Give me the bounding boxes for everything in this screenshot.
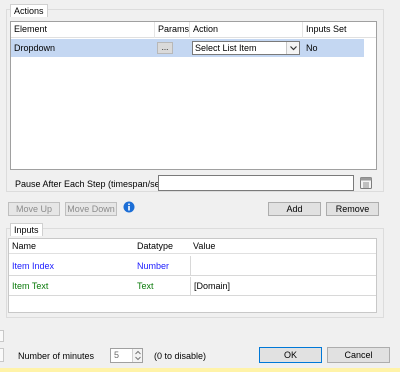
row-action[interactable]: Select List Item bbox=[190, 39, 303, 57]
cancel-button[interactable]: Cancel bbox=[327, 347, 390, 363]
minutes-stepper[interactable]: 5 bbox=[110, 348, 143, 363]
action-select[interactable]: Select List Item bbox=[192, 41, 300, 55]
inputs-section-label: Inputs bbox=[10, 223, 43, 236]
add-button[interactable]: Add bbox=[268, 202, 321, 216]
column-header-action[interactable]: Action bbox=[190, 22, 303, 38]
info-icon[interactable] bbox=[123, 201, 135, 213]
inputs-grid-header: Name Datatype Value bbox=[9, 239, 376, 254]
column-header-datatype[interactable]: Datatype bbox=[134, 239, 190, 254]
move-down-button[interactable]: Move Down bbox=[65, 202, 117, 216]
side-panel-edge bbox=[0, 330, 4, 342]
side-panel-edge bbox=[0, 348, 4, 362]
input-datatype: Number bbox=[137, 261, 170, 271]
actions-section-label: Actions bbox=[10, 4, 48, 17]
remove-button[interactable]: Remove bbox=[326, 202, 379, 216]
row-element: Dropdown bbox=[14, 43, 56, 53]
column-header-value[interactable]: Value bbox=[190, 239, 376, 254]
input-datatype: Text bbox=[137, 281, 154, 291]
ok-button[interactable]: OK bbox=[259, 347, 322, 363]
action-select-value: Select List Item bbox=[195, 43, 257, 53]
pause-label: Pause After Each Step (timespan/secs) bbox=[15, 179, 172, 189]
minutes-hint: (0 to disable) bbox=[154, 351, 207, 361]
input-value[interactable]: [Domain] bbox=[190, 277, 376, 296]
table-row[interactable]: Dropdown ... Select List Item No bbox=[11, 39, 364, 57]
actions-grid-header: Element Params Action Inputs Set bbox=[11, 22, 376, 38]
table-row[interactable]: Item Text Text [Domain] bbox=[9, 277, 376, 296]
row-inputs-set: No bbox=[306, 43, 318, 53]
calendar-icon[interactable] bbox=[359, 176, 373, 190]
column-header-name[interactable]: Name bbox=[9, 239, 134, 254]
actions-grid[interactable]: Element Params Action Inputs Set Dropdow… bbox=[10, 21, 377, 170]
column-header-inputs-set[interactable]: Inputs Set bbox=[303, 22, 376, 38]
input-name: Item Text bbox=[12, 281, 49, 291]
pause-input[interactable] bbox=[158, 175, 354, 191]
params-button[interactable]: ... bbox=[157, 42, 173, 54]
input-name: Item Index bbox=[12, 261, 55, 271]
window-bottom-stripe bbox=[0, 368, 400, 372]
minutes-value: 5 bbox=[114, 350, 120, 360]
row-params: ... bbox=[155, 39, 190, 57]
input-value[interactable] bbox=[190, 256, 376, 276]
stepper-arrows-icon[interactable] bbox=[132, 349, 142, 362]
column-header-params[interactable]: Params bbox=[155, 22, 190, 38]
minutes-label: Number of minutes bbox=[18, 351, 95, 361]
inputs-grid[interactable]: Name Datatype Value Item Index Number It… bbox=[8, 238, 377, 313]
column-header-element[interactable]: Element bbox=[11, 22, 155, 38]
table-row[interactable]: Item Index Number bbox=[9, 256, 376, 276]
move-up-button[interactable]: Move Up bbox=[8, 202, 60, 216]
chevron-down-icon[interactable] bbox=[286, 42, 299, 54]
